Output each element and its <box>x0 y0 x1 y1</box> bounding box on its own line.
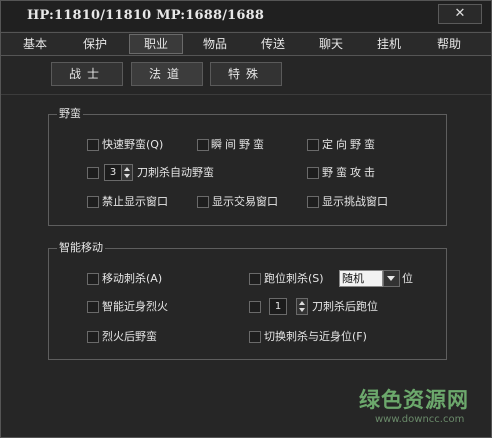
auto-yeman-label: 刀刺杀自动野蛮 <box>137 166 214 179</box>
dingxiang-yeman-checkbox[interactable] <box>307 139 319 151</box>
position-dropdown-button[interactable] <box>383 270 400 287</box>
shunjian-yeman-label: 瞬间野蛮 <box>211 138 267 151</box>
shunjian-yeman-checkbox[interactable] <box>197 139 209 151</box>
title-bar: HP:11810/11810 MP:1688/1688 ✕ <box>1 1 491 31</box>
watermark-text: 绿色资源网 <box>359 388 469 412</box>
watermark-url: www.downcc.com <box>375 414 465 425</box>
tab-autohang[interactable]: 挂机 <box>365 35 413 53</box>
tab-profession[interactable]: 职业 <box>129 34 183 54</box>
after-cisha-run-label: 刀刺杀后跑位 <box>312 300 378 313</box>
position-select[interactable]: 随机 <box>339 270 383 287</box>
hp-mp-status: HP:11810/11810 MP:1688/1688 <box>27 8 265 23</box>
smart-near-liehuo-checkbox[interactable] <box>87 301 99 313</box>
divider <box>1 94 491 95</box>
auto-yeman-count-input[interactable]: 3 <box>104 164 122 181</box>
main-window: HP:11810/11810 MP:1688/1688 ✕ 基本 保护 职业 物… <box>0 0 492 438</box>
tab-basic[interactable]: 基本 <box>11 35 59 53</box>
show-challenge-window-label: 显示挑战窗口 <box>322 195 388 208</box>
subtab-mage-taoist[interactable]: 法道 <box>131 62 203 86</box>
group-yeman-title: 野蛮 <box>57 107 83 120</box>
smart-near-liehuo-label: 智能近身烈火 <box>102 300 168 313</box>
show-trade-window-checkbox[interactable] <box>197 196 209 208</box>
yeman-attack-label: 野蛮攻击 <box>322 166 378 179</box>
ban-display-window-checkbox[interactable] <box>87 196 99 208</box>
position-suffix-label: 位 <box>402 272 413 285</box>
chevron-down-icon <box>387 276 395 281</box>
quick-yeman-label: 快速野蛮(Q) <box>102 138 164 151</box>
move-cisha-label: 移动刺杀(A) <box>102 272 163 285</box>
after-liehuo-yeman-label: 烈火后野蛮 <box>102 330 157 343</box>
subtab-special[interactable]: 特殊 <box>210 62 282 86</box>
after-cisha-stepper[interactable] <box>296 298 308 315</box>
after-cisha-count-input[interactable]: 1 <box>269 298 287 315</box>
tab-bar: 基本 保护 职业 物品 传送 聊天 挂机 帮助 <box>1 32 491 56</box>
auto-yeman-stepper[interactable] <box>121 164 133 181</box>
dingxiang-yeman-label: 定向野蛮 <box>322 138 378 151</box>
watermark: 绿色资源网 www.downcc.com <box>359 384 479 434</box>
stepper-down-icon <box>299 308 305 312</box>
close-button[interactable]: ✕ <box>438 4 482 24</box>
auto-yeman-checkbox[interactable] <box>87 167 99 179</box>
switch-cisha-near-label: 切换刺杀与近身位(F) <box>264 330 367 343</box>
ban-display-window-label: 禁止显示窗口 <box>102 195 168 208</box>
tab-teleport[interactable]: 传送 <box>249 35 297 53</box>
stepper-up-icon <box>299 301 305 305</box>
group-smart-move-title: 智能移动 <box>57 241 105 254</box>
tab-items[interactable]: 物品 <box>191 35 239 53</box>
tab-help[interactable]: 帮助 <box>425 35 473 53</box>
switch-cisha-near-checkbox[interactable] <box>249 331 261 343</box>
show-challenge-window-checkbox[interactable] <box>307 196 319 208</box>
yeman-attack-checkbox[interactable] <box>307 167 319 179</box>
after-cisha-run-checkbox[interactable] <box>249 301 261 313</box>
quick-yeman-checkbox[interactable] <box>87 139 99 151</box>
close-icon: ✕ <box>454 6 466 21</box>
show-trade-window-label: 显示交易窗口 <box>212 195 278 208</box>
tab-chat[interactable]: 聊天 <box>307 35 355 53</box>
subtab-warrior[interactable]: 战士 <box>51 62 123 86</box>
stepper-down-icon <box>124 174 130 178</box>
pao-wei-cisha-checkbox[interactable] <box>249 273 261 285</box>
after-liehuo-yeman-checkbox[interactable] <box>87 331 99 343</box>
move-cisha-checkbox[interactable] <box>87 273 99 285</box>
stepper-up-icon <box>124 167 130 171</box>
pao-wei-cisha-label: 跑位刺杀(S) <box>264 272 324 285</box>
tab-protect[interactable]: 保护 <box>71 35 119 53</box>
